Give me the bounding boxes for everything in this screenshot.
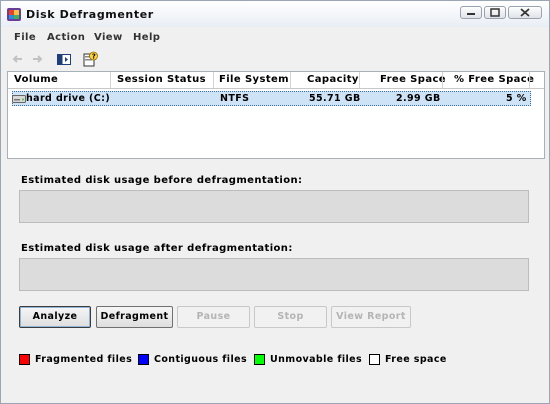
forward-arrow-icon[interactable] — [29, 51, 45, 67]
hard-drive-icon — [12, 95, 26, 103]
usage-after-label: Estimated disk usage after defragmentati… — [21, 243, 293, 254]
column-divider[interactable] — [359, 72, 360, 88]
disk-defragmenter-window: Disk Defragmenter File Action View Help — [0, 0, 550, 404]
close-button[interactable] — [508, 6, 542, 19]
defragment-button[interactable]: Defragment — [96, 306, 173, 328]
volume-list[interactable]: Volume Session Status File System Capaci… — [7, 71, 545, 159]
volume-name-cell: hard drive (C:) — [26, 93, 111, 104]
stop-button[interactable]: Stop — [254, 306, 327, 328]
column-divider[interactable] — [110, 72, 111, 88]
column-header-free-space[interactable]: Free Space — [380, 74, 446, 85]
legend-swatch — [254, 354, 265, 365]
column-header-percent-free-space[interactable]: % Free Space — [454, 74, 534, 85]
column-divider[interactable] — [529, 72, 530, 88]
volume-row[interactable]: hard drive (C:) NTFS 55.71 GB 2.99 GB 5 … — [12, 91, 531, 106]
column-divider[interactable] — [213, 72, 214, 88]
legend-swatch — [369, 354, 380, 365]
legend-label: Fragmented files — [35, 354, 133, 365]
help-icon[interactable]: ? — [82, 51, 98, 67]
column-header-capacity[interactable]: Capacity — [307, 74, 359, 85]
free-space-cell: 2.99 GB — [396, 93, 441, 104]
menu-action[interactable]: Action — [47, 32, 85, 43]
menu-bar: File Action View Help — [1, 29, 549, 47]
menu-view[interactable]: View — [94, 32, 123, 43]
view-report-button[interactable]: View Report — [331, 306, 411, 328]
back-arrow-icon[interactable] — [10, 51, 26, 67]
capacity-cell: 55.71 GB — [309, 93, 361, 104]
usage-after-display — [19, 258, 529, 291]
volume-list-header: Volume Session Status File System Capaci… — [8, 72, 544, 89]
legend-swatch — [138, 354, 149, 365]
maximize-icon — [490, 8, 500, 17]
column-divider[interactable] — [442, 72, 443, 88]
analyze-button[interactable]: Analyze — [19, 306, 91, 328]
percent-free-space-cell: 5 % — [506, 93, 527, 104]
window-title: Disk Defragmenter — [26, 8, 154, 21]
show-hide-console-tree-icon[interactable] — [56, 51, 72, 67]
legend-swatch — [19, 354, 30, 365]
column-header-session-status[interactable]: Session Status — [117, 74, 206, 85]
maximize-button[interactable] — [484, 6, 506, 19]
legend-label: Free space — [385, 354, 447, 365]
column-divider[interactable] — [290, 72, 291, 88]
title-bar[interactable]: Disk Defragmenter — [1, 1, 549, 27]
toolbar: ? — [1, 48, 549, 70]
svg-text:?: ? — [92, 53, 96, 61]
column-header-file-system[interactable]: File System — [219, 74, 289, 85]
file-system-cell: NTFS — [220, 93, 250, 104]
usage-before-label: Estimated disk usage before defragmentat… — [21, 175, 303, 186]
defragmenter-app-icon — [7, 8, 21, 21]
pause-button[interactable]: Pause — [177, 306, 250, 328]
close-icon — [520, 8, 530, 17]
minimize-icon — [467, 13, 475, 15]
legend-label: Unmovable files — [270, 354, 363, 365]
usage-before-display — [19, 190, 529, 223]
column-header-volume[interactable]: Volume — [14, 74, 58, 85]
menu-help[interactable]: Help — [133, 32, 160, 43]
menu-file[interactable]: File — [14, 32, 36, 43]
minimize-button[interactable] — [460, 6, 482, 19]
legend-label: Contiguous files — [154, 354, 248, 365]
